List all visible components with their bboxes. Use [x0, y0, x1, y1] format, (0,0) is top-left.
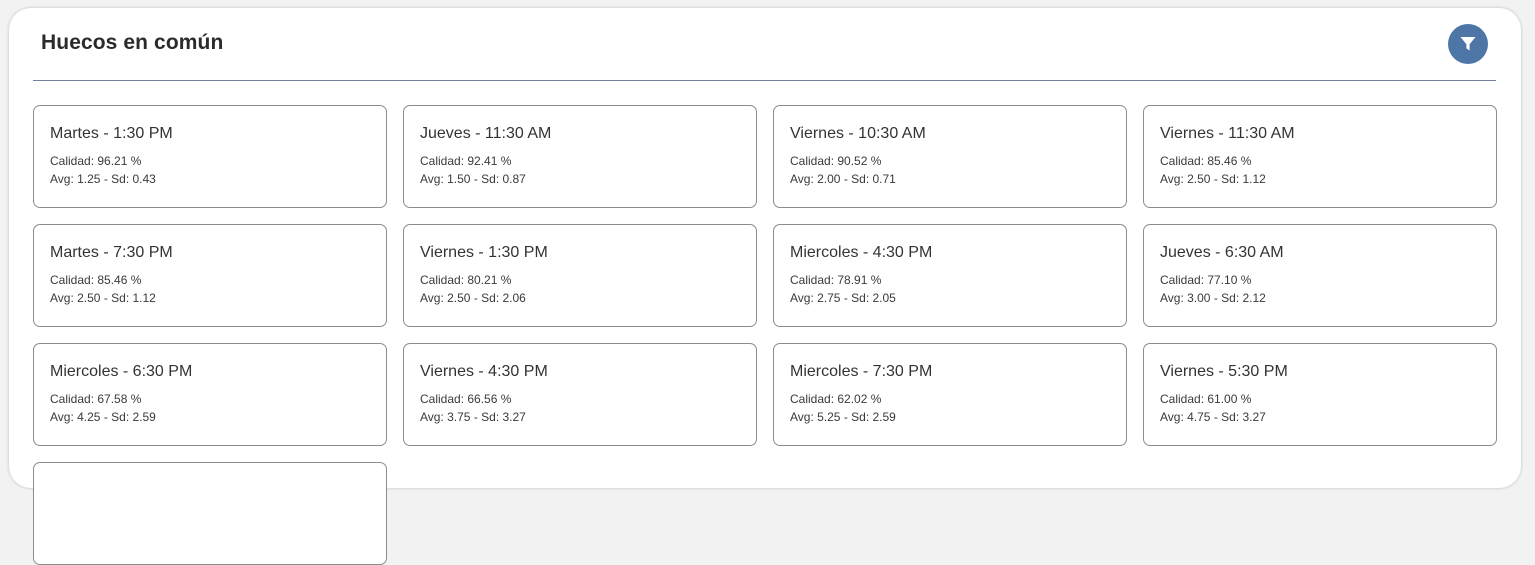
slot-quality: Calidad: 90.52 % [790, 154, 882, 168]
slot-stats: Avg: 3.75 - Sd: 3.27 [420, 410, 526, 424]
slot-card[interactable]: Martes - 1:30 PM Calidad: 96.21 % Avg: 1… [33, 105, 387, 208]
slot-quality: Calidad: 66.56 % [420, 392, 512, 406]
slot-title: Martes - 7:30 PM [50, 244, 173, 261]
slot-card[interactable] [33, 462, 387, 565]
slot-stats: Avg: 1.50 - Sd: 0.87 [420, 172, 526, 186]
slot-title: Jueves - 6:30 AM [1160, 244, 1284, 261]
slot-quality: Calidad: 61.00 % [1160, 392, 1252, 406]
slot-quality: Calidad: 85.46 % [1160, 154, 1252, 168]
slot-title: Martes - 1:30 PM [50, 125, 173, 142]
page-title: Huecos en común [41, 31, 224, 54]
slot-title: Viernes - 4:30 PM [420, 363, 548, 380]
slot-stats: Avg: 4.75 - Sd: 3.27 [1160, 410, 1266, 424]
filter-button[interactable] [1448, 24, 1488, 64]
slot-card[interactable]: Jueves - 11:30 AM Calidad: 92.41 % Avg: … [403, 105, 757, 208]
slot-stats: Avg: 2.00 - Sd: 0.71 [790, 172, 896, 186]
slot-quality: Calidad: 92.41 % [420, 154, 512, 168]
slot-card[interactable]: Viernes - 10:30 AM Calidad: 90.52 % Avg:… [773, 105, 1127, 208]
slot-quality: Calidad: 85.46 % [50, 273, 142, 287]
slot-quality: Calidad: 67.58 % [50, 392, 142, 406]
slot-quality: Calidad: 62.02 % [790, 392, 882, 406]
common-slots-panel: Huecos en común Martes - 1:30 PM Calidad… [9, 8, 1521, 565]
slot-card[interactable]: Viernes - 4:30 PM Calidad: 66.56 % Avg: … [403, 343, 757, 446]
slot-stats: Avg: 3.00 - Sd: 2.12 [1160, 291, 1266, 305]
slot-card[interactable]: Viernes - 1:30 PM Calidad: 80.21 % Avg: … [403, 224, 757, 327]
slot-title: Miercoles - 4:30 PM [790, 244, 933, 261]
slot-title: Miercoles - 6:30 PM [50, 363, 193, 380]
slot-title: Viernes - 11:30 AM [1160, 125, 1295, 142]
slot-stats: Avg: 2.50 - Sd: 1.12 [1160, 172, 1266, 186]
slot-stats: Avg: 2.50 - Sd: 2.06 [420, 291, 526, 305]
slot-quality: Calidad: 96.21 % [50, 154, 142, 168]
slot-card[interactable]: Miercoles - 7:30 PM Calidad: 62.02 % Avg… [773, 343, 1127, 446]
slot-card[interactable]: Miercoles - 6:30 PM Calidad: 67.58 % Avg… [33, 343, 387, 446]
slot-grid: Martes - 1:30 PM Calidad: 96.21 % Avg: 1… [33, 105, 1497, 565]
slot-stats: Avg: 4.25 - Sd: 2.59 [50, 410, 156, 424]
slot-quality: Calidad: 77.10 % [1160, 273, 1252, 287]
slot-card[interactable]: Viernes - 5:30 PM Calidad: 61.00 % Avg: … [1143, 343, 1497, 446]
slot-title: Jueves - 11:30 AM [420, 125, 552, 142]
panel-header: Huecos en común [33, 8, 1496, 81]
slot-stats: Avg: 2.50 - Sd: 1.12 [50, 291, 156, 305]
slot-title: Viernes - 5:30 PM [1160, 363, 1288, 380]
slot-stats: Avg: 5.25 - Sd: 2.59 [790, 410, 896, 424]
slot-quality: Calidad: 80.21 % [420, 273, 512, 287]
filter-icon [1460, 37, 1476, 51]
slot-card[interactable]: Martes - 7:30 PM Calidad: 85.46 % Avg: 2… [33, 224, 387, 327]
slot-title: Viernes - 10:30 AM [790, 125, 926, 142]
slot-stats: Avg: 2.75 - Sd: 2.05 [790, 291, 896, 305]
slot-title: Viernes - 1:30 PM [420, 244, 548, 261]
slot-title: Miercoles - 7:30 PM [790, 363, 933, 380]
slot-card[interactable]: Jueves - 6:30 AM Calidad: 77.10 % Avg: 3… [1143, 224, 1497, 327]
slot-quality: Calidad: 78.91 % [790, 273, 882, 287]
slot-stats: Avg: 1.25 - Sd: 0.43 [50, 172, 156, 186]
slot-card[interactable]: Miercoles - 4:30 PM Calidad: 78.91 % Avg… [773, 224, 1127, 327]
slot-card[interactable]: Viernes - 11:30 AM Calidad: 85.46 % Avg:… [1143, 105, 1497, 208]
